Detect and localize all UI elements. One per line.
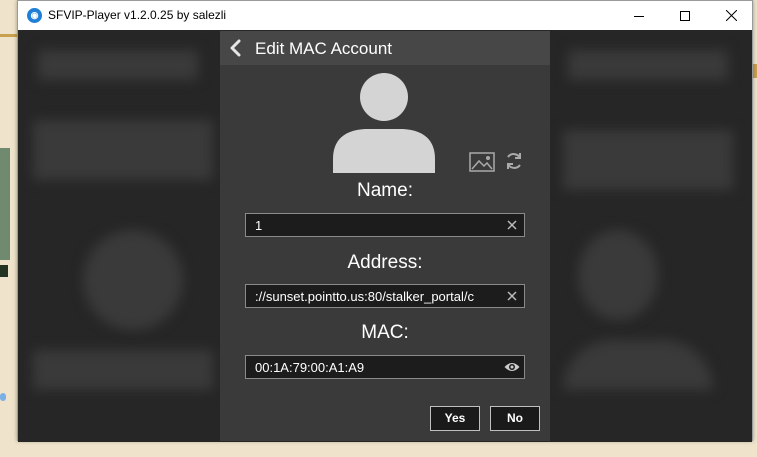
blurred-block: [563, 340, 713, 390]
user-avatar-icon: [333, 73, 435, 173]
address-field[interactable]: ://sunset.pointto.us:80/stalker_portal/c: [245, 284, 525, 308]
desktop-accent: [0, 34, 17, 37]
name-label: Name:: [357, 180, 413, 201]
blurred-block: [568, 50, 728, 80]
refresh-icon[interactable]: [504, 151, 524, 171]
minimize-button[interactable]: [616, 1, 662, 30]
name-field[interactable]: 1: [245, 213, 525, 237]
close-icon: [725, 10, 737, 21]
clear-icon: [507, 291, 517, 301]
address-clear-button[interactable]: [504, 288, 520, 304]
eye-icon: [504, 363, 520, 371]
yes-button[interactable]: Yes: [430, 406, 480, 431]
image-icon[interactable]: [469, 152, 495, 172]
window-title: SFVIP-Player v1.2.0.25 by salezli: [48, 8, 227, 22]
maximize-icon: [680, 10, 690, 21]
desktop-accent: [753, 64, 757, 78]
blurred-avatar: [83, 230, 183, 330]
dialog-title: Edit MAC Account: [255, 39, 393, 58]
mac-field-value: 00:1A:79:00:A1:A9: [255, 360, 365, 375]
no-button[interactable]: No: [490, 406, 540, 431]
mac-label: MAC:: [361, 322, 409, 343]
app-window: ◉ SFVIP-Player v1.2.0.25 by salezli Edit…: [17, 0, 753, 442]
dialog-header: Edit MAC Account: [220, 31, 550, 65]
desktop-indicator: [0, 393, 6, 401]
name-field-value: 1: [255, 218, 263, 233]
minimize-icon: [634, 15, 644, 17]
blurred-block: [563, 130, 733, 190]
blurred-block: [33, 350, 213, 390]
chevron-left-icon: [230, 39, 241, 57]
address-label: Address:: [347, 252, 423, 273]
maximize-button[interactable]: [662, 1, 708, 30]
blurred-block: [38, 50, 198, 80]
desktop-thumbnail: [0, 265, 8, 277]
mac-field[interactable]: 00:1A:79:00:A1:A9: [245, 355, 525, 379]
title-bar: ◉ SFVIP-Player v1.2.0.25 by salezli: [18, 1, 752, 30]
address-field-value: ://sunset.pointto.us:80/stalker_portal/c: [255, 289, 474, 304]
edit-mac-account-dialog: Edit MAC Account Name: 1 Address: ://sun: [220, 31, 550, 441]
blurred-avatar: [578, 230, 658, 320]
back-button[interactable]: [224, 37, 246, 59]
desktop-thumbnail: [0, 148, 10, 260]
name-clear-button[interactable]: [504, 217, 520, 233]
app-logo-icon: ◉: [27, 8, 42, 23]
blurred-block: [33, 120, 213, 180]
clear-icon: [507, 220, 517, 230]
close-button[interactable]: [708, 1, 754, 30]
mac-visibility-button[interactable]: [504, 359, 520, 375]
